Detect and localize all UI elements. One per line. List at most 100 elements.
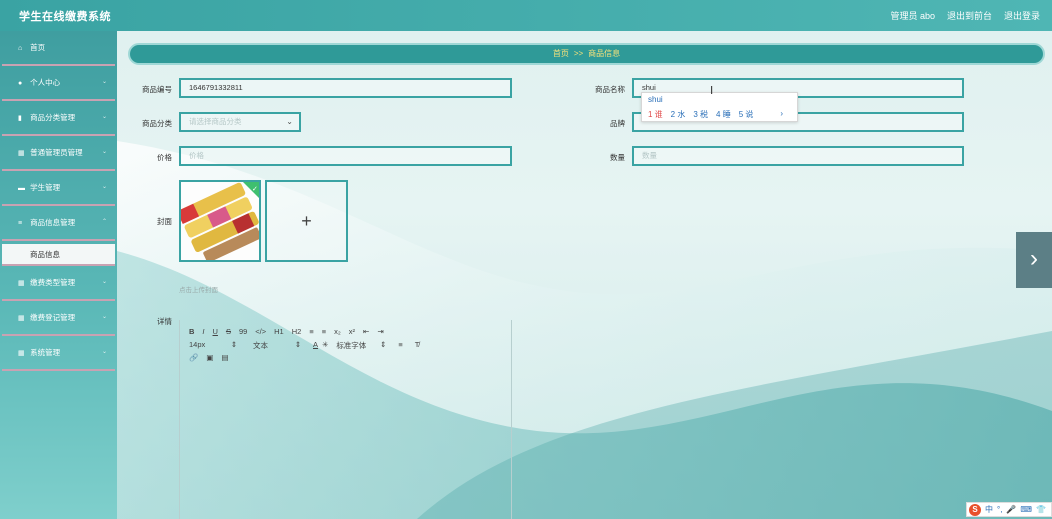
sidebar-subitem-product-info[interactable]: 商品信息 [2, 244, 115, 266]
cover-thumbnail[interactable]: ✓ [179, 180, 261, 262]
font-size-select[interactable]: 14px ⇕ [189, 340, 237, 351]
back-to-front-link[interactable]: 退出到前台 [947, 9, 992, 22]
font-size-value: 14px [189, 340, 206, 349]
link-icon[interactable]: 🔗 [189, 353, 198, 362]
rich-text-editor[interactable]: B I U S 99 </> H1 H2 ≡ ≡ x₂ x² ⇤ ⇥ 14px … [179, 320, 512, 519]
font-family-value: 标准字体 [336, 341, 367, 350]
cover-label: 封面 [157, 217, 172, 226]
list-icon: ≡ [18, 220, 23, 227]
sidebar-item-label: 学生管理 [30, 183, 61, 192]
breadcrumb: 首页 >> 商品信息 [128, 43, 1045, 65]
strike-button[interactable]: S [226, 327, 231, 336]
grid-icon: ▦ [18, 280, 25, 287]
upload-button[interactable]: + [265, 180, 348, 262]
h2-button[interactable]: H2 [292, 327, 302, 336]
sidebar-item-label: 缴费类型管理 [30, 278, 76, 287]
ime-candidate[interactable]: 4 睡 [716, 109, 731, 120]
bold-button[interactable]: B [189, 327, 194, 336]
font-color-icon[interactable]: A [313, 340, 318, 351]
editor-toolbar-row2: 14px ⇕ 文本 ⇕ A ✳ 标准字体 ⇕ ≡ T̸ [189, 340, 419, 351]
home-icon: ⌂ [18, 45, 23, 52]
sidebar-item-home[interactable]: ⌂ 首页 [2, 31, 115, 66]
code-input[interactable]: 1646791332811 [179, 78, 512, 98]
sidebar-item-fee-types[interactable]: ▦ 缴费类型管理 ⌄ [2, 266, 115, 301]
ime-candidate[interactable]: 3 税 [693, 109, 708, 120]
chevron-down-icon: ⌄ [101, 184, 107, 190]
indent-button[interactable]: ⇥ [377, 327, 383, 336]
outdent-button[interactable]: ⇤ [363, 327, 369, 336]
ime-tray: S 中 °, 🎤 ⌨ 👕 [966, 502, 1052, 517]
sidebar-item-category[interactable]: ▮ 商品分类管理 ⌄ [2, 101, 115, 136]
upload-hint: 点击上传封面 [179, 287, 218, 294]
sidebar-item-products[interactable]: ≡ 商品信息管理 ⌃ [2, 206, 115, 241]
sidebar-item-students[interactable]: ▬ 学生管理 ⌄ [2, 171, 115, 206]
price-label: 价格 [157, 153, 172, 162]
punctuation-icon[interactable]: °, [997, 505, 1002, 514]
next-arrow-button[interactable]: › [1016, 232, 1052, 288]
clear-format-icon[interactable]: T̸ [415, 340, 420, 351]
select-arrows-icon: ⇕ [294, 340, 301, 349]
name-label: 商品名称 [595, 85, 625, 94]
keyboard-icon[interactable]: ⌨ [1020, 505, 1032, 514]
user-icon: ● [18, 80, 23, 87]
chevron-down-icon: ⌄ [101, 114, 107, 120]
sidebar-item-label: 个人中心 [30, 78, 61, 87]
code-block-button[interactable]: </> [255, 327, 266, 336]
header-actions: 管理员 abo 退出到前台 退出登录 [890, 9, 1040, 22]
ime-candidate[interactable]: 1 谁 [648, 109, 663, 120]
subscript-button[interactable]: x₂ [334, 327, 341, 336]
superscript-button[interactable]: x² [349, 327, 355, 336]
ime-candidate[interactable]: 5 说 [739, 109, 754, 120]
sidebar-item-admins[interactable]: ▦ 普通管理员管理 ⌄ [2, 136, 115, 171]
italic-button[interactable]: I [202, 327, 204, 336]
sidebar-item-label: 商品信息管理 [30, 218, 76, 227]
image-icon[interactable]: ▣ [206, 353, 213, 362]
h1-button[interactable]: H1 [274, 327, 284, 336]
bullet-list-button[interactable]: ≡ [322, 327, 326, 336]
detail-label: 详情 [157, 317, 172, 326]
brand-label: 品牌 [610, 119, 625, 128]
quantity-input[interactable]: 数量 [632, 146, 964, 166]
background-color-icon[interactable]: ✳ [322, 340, 328, 351]
chevron-down-icon: ⌄ [101, 149, 107, 155]
video-icon[interactable]: ▤ [221, 353, 228, 362]
category-placeholder: 请选择商品分类 [189, 117, 242, 126]
app-title: 学生在线缴费系统 [19, 11, 111, 23]
logout-link[interactable]: 退出登录 [1004, 9, 1040, 22]
text-type-value: 文本 [253, 341, 268, 350]
ime-mode-chinese[interactable]: 中 [985, 504, 993, 515]
ordered-list-button[interactable]: ≡ [309, 327, 313, 336]
sidebar-item-profile[interactable]: ● 个人中心 ⌄ [2, 66, 115, 101]
sidebar-item-system[interactable]: ▦ 系统管理 ⌄ [2, 336, 115, 371]
sidebar: ⌂ 首页 ● 个人中心 ⌄ ▮ 商品分类管理 ⌄ ▦ 普通管理员管理 ⌄ ▬ 学… [0, 31, 117, 519]
select-arrows-icon: ⇕ [230, 340, 237, 349]
chevron-down-icon: ⌄ [101, 314, 107, 320]
category-select[interactable]: 请选择商品分类 ⌄ [179, 112, 301, 132]
card-icon: ▬ [18, 185, 25, 192]
skin-icon[interactable]: 👕 [1036, 505, 1046, 514]
ime-candidate[interactable]: 2 水 [671, 109, 686, 120]
editor-toolbar-row1: B I U S 99 </> H1 H2 ≡ ≡ x₂ x² ⇤ ⇥ [189, 327, 384, 336]
sidebar-item-fee-records[interactable]: ▦ 缴费登记管理 ⌄ [2, 301, 115, 336]
admin-user-label[interactable]: 管理员 abo [890, 9, 935, 22]
breadcrumb-home[interactable]: 首页 [553, 49, 569, 58]
sogou-logo-icon[interactable]: S [969, 503, 981, 516]
ime-next-page-icon[interactable]: › [780, 109, 783, 118]
grid-icon: ▦ [18, 150, 25, 157]
ime-candidates: 1 谁 2 水 3 税 4 睡 5 说 [648, 109, 753, 120]
align-icon[interactable]: ≡ [398, 340, 402, 351]
microphone-icon[interactable]: 🎤 [1006, 505, 1016, 514]
sidebar-item-label: 普通管理员管理 [30, 148, 83, 157]
text-type-select[interactable]: 文本 ⇕ [253, 340, 301, 351]
ime-composition: shui [648, 95, 663, 104]
quantity-label: 数量 [610, 153, 625, 162]
font-family-select[interactable]: 标准字体 ⇕ [336, 340, 386, 351]
blockquote-button[interactable]: 99 [239, 327, 247, 336]
breadcrumb-current: 商品信息 [588, 49, 621, 58]
chevron-down-icon: ⌄ [101, 279, 107, 285]
price-input[interactable]: 价格 [179, 146, 512, 166]
top-bar: 学生在线缴费系统 管理员 abo 退出到前台 退出登录 [0, 0, 1052, 31]
chevron-down-icon: ⌄ [286, 117, 293, 126]
underline-button[interactable]: U [213, 327, 218, 336]
grid-icon: ▦ [18, 350, 25, 357]
